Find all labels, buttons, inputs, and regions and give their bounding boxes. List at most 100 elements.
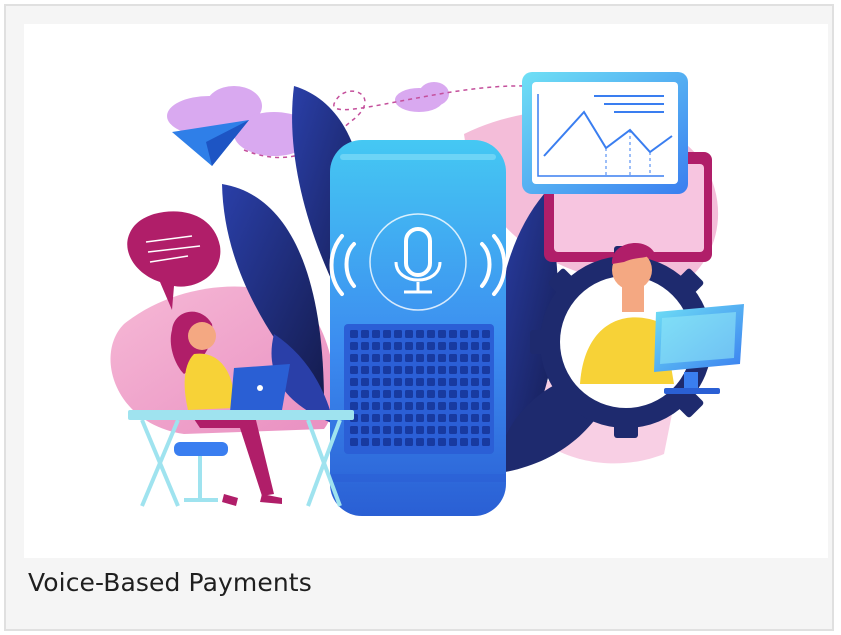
grille-dot: [427, 438, 435, 446]
grille-dot: [449, 414, 457, 422]
grille-dot: [482, 330, 490, 338]
grille-dot: [471, 426, 479, 434]
grille-dot: [438, 426, 446, 434]
grille-dot: [361, 378, 369, 386]
grille-dot: [438, 390, 446, 398]
grille-dot: [350, 342, 358, 350]
grille-dot: [383, 366, 391, 374]
grille-dot: [350, 426, 358, 434]
grille-dot: [438, 366, 446, 374]
grille-dot: [361, 426, 369, 434]
grille-dot: [438, 330, 446, 338]
grille-dot: [482, 378, 490, 386]
grille-dot: [350, 402, 358, 410]
grille-dot: [482, 426, 490, 434]
grille-dot: [427, 354, 435, 362]
grille-dot: [372, 390, 380, 398]
grille-dot: [383, 438, 391, 446]
grille-dot: [383, 342, 391, 350]
grille-dot: [427, 366, 435, 374]
grille-dot: [460, 342, 468, 350]
grille-dot: [482, 366, 490, 374]
grille-dot: [372, 366, 380, 374]
voice-assistant-illustration: [24, 24, 828, 558]
grille-dot: [416, 414, 424, 422]
grille-dot: [405, 330, 413, 338]
laptop-icon: [230, 364, 290, 412]
grille-dot: [361, 366, 369, 374]
grille-dot: [372, 354, 380, 362]
grille-dot: [471, 378, 479, 386]
grille-dot: [372, 414, 380, 422]
grille-dot: [460, 402, 468, 410]
grille-dot: [438, 414, 446, 422]
card-title[interactable]: Voice-Based Payments: [28, 568, 312, 597]
grille-dot: [416, 378, 424, 386]
grille-dot: [372, 402, 380, 410]
grille-dot: [394, 438, 402, 446]
grille-dot: [350, 366, 358, 374]
grille-dot: [383, 378, 391, 386]
grille-dot: [482, 342, 490, 350]
grille-dot: [416, 330, 424, 338]
grille-dot: [471, 366, 479, 374]
grille-dot: [460, 330, 468, 338]
grille-dot: [471, 330, 479, 338]
grille-dot: [416, 342, 424, 350]
grille-dot: [460, 390, 468, 398]
grille-dot: [449, 342, 457, 350]
grille-dot: [416, 366, 424, 374]
grille-dot: [394, 366, 402, 374]
grille-dot: [471, 354, 479, 362]
grille-dot: [460, 378, 468, 386]
grille-dot: [394, 426, 402, 434]
grille-dot: [361, 402, 369, 410]
grille-dot: [427, 378, 435, 386]
grille-dot: [394, 342, 402, 350]
grille-dot: [482, 354, 490, 362]
grille-dot: [460, 426, 468, 434]
grille-dot: [427, 402, 435, 410]
smart-speaker: [330, 140, 506, 516]
grille-dot: [427, 342, 435, 350]
grille-dot: [416, 390, 424, 398]
grille-dot: [460, 438, 468, 446]
grille-dot: [471, 402, 479, 410]
grille-dot: [361, 354, 369, 362]
grille-dot: [482, 414, 490, 422]
grille-dot: [449, 354, 457, 362]
grille-dot: [416, 438, 424, 446]
grille-dot: [438, 402, 446, 410]
grille-dot: [405, 402, 413, 410]
grille-dot: [394, 330, 402, 338]
grille-dot: [427, 426, 435, 434]
grille-dot: [416, 354, 424, 362]
chart-panels: [522, 72, 712, 262]
grille-dot: [361, 414, 369, 422]
grille-dot: [350, 390, 358, 398]
grille-dot: [471, 390, 479, 398]
grille-dot: [449, 366, 457, 374]
grille-dot: [361, 342, 369, 350]
grille-dot: [350, 330, 358, 338]
grille-dot: [383, 354, 391, 362]
grille-dot: [372, 330, 380, 338]
grille-dot: [460, 414, 468, 422]
grille-dot: [394, 390, 402, 398]
grille-dot: [361, 330, 369, 338]
grille-dot: [405, 354, 413, 362]
grille-dot: [482, 438, 490, 446]
grille-dot: [482, 390, 490, 398]
grille-dot: [383, 402, 391, 410]
grille-dot: [416, 426, 424, 434]
grille-dot: [405, 366, 413, 374]
grille-dot: [471, 414, 479, 422]
grille-dot: [416, 402, 424, 410]
grille-dot: [449, 426, 457, 434]
grille-dot: [482, 402, 490, 410]
grille-dot: [394, 354, 402, 362]
grille-dot: [372, 378, 380, 386]
grille-dot: [405, 426, 413, 434]
grille-dot: [372, 438, 380, 446]
article-card[interactable]: Voice-Based Payments: [4, 4, 834, 631]
